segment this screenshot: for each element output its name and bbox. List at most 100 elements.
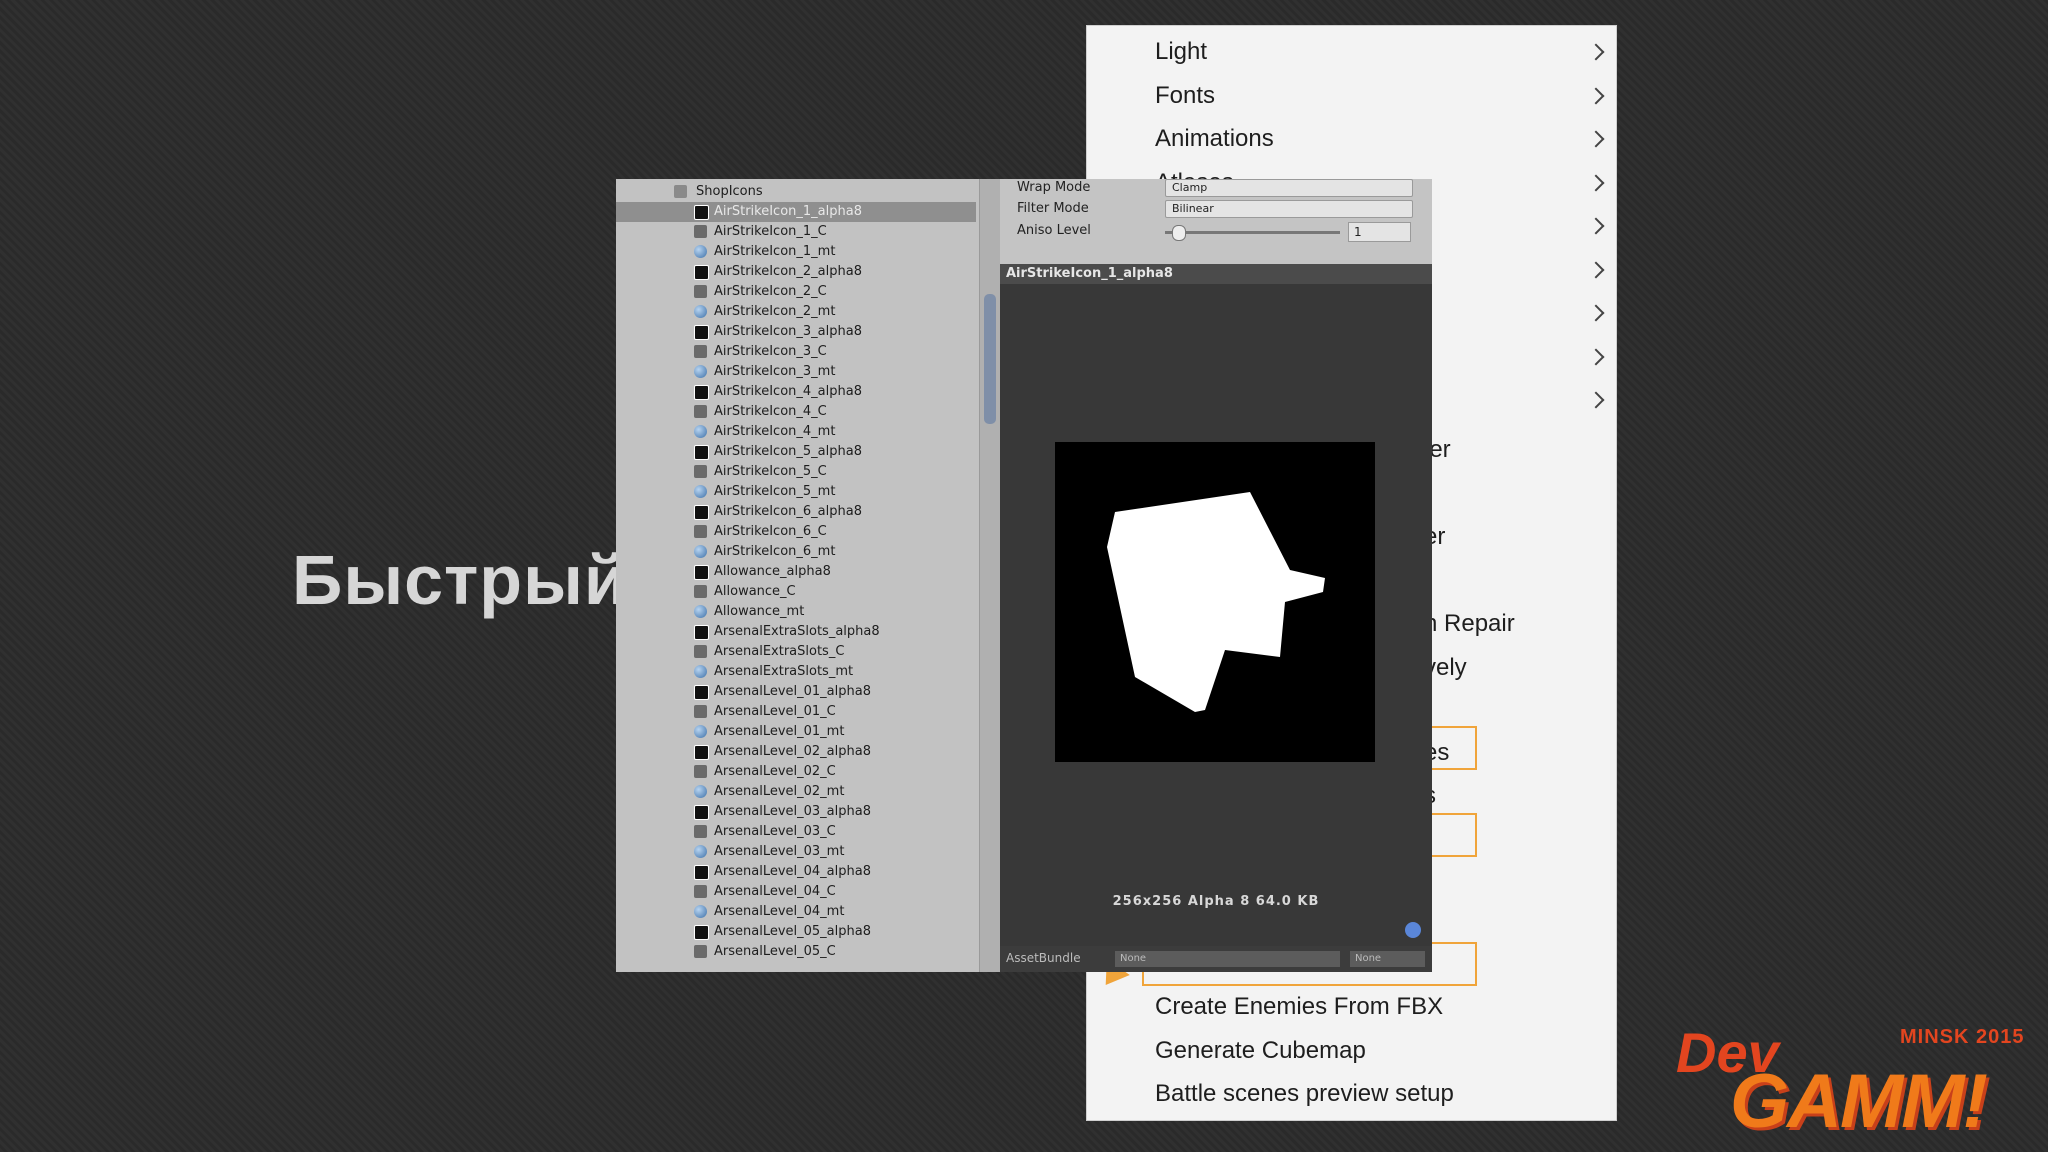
asset-row[interactable]: Allowance_C <box>616 582 976 602</box>
material-icon <box>694 605 707 618</box>
material-icon <box>694 905 707 918</box>
scrollbar-thumb[interactable] <box>984 294 996 424</box>
asset-row[interactable]: ArsenalLevel_03_alpha8 <box>616 802 976 822</box>
asset-tag-icon[interactable] <box>1405 922 1421 938</box>
asset-row[interactable]: AirStrikeIcon_3_alpha8 <box>616 322 976 342</box>
asset-row[interactable]: ArsenalLevel_04_alpha8 <box>616 862 976 882</box>
project-panel[interactable]: ShopIcons AirStrikeIcon_1_alpha8 AirStrik… <box>616 179 1000 972</box>
asset-row[interactable]: AirStrikeIcon_6_alpha8 <box>616 502 976 522</box>
asset-row[interactable]: ArsenalLevel_01_alpha8 <box>616 682 976 702</box>
asset-name: ArsenalLevel_05_alpha8 <box>714 924 871 939</box>
asset-name: AirStrikeIcon_3_C <box>714 344 827 359</box>
submenu-arrow-icon <box>1587 348 1605 365</box>
filter-mode-select[interactable]: Bilinear <box>1165 200 1413 218</box>
aniso-slider[interactable] <box>1165 231 1340 234</box>
asset-row[interactable]: AirStrikeIcon_4_C <box>616 402 976 422</box>
logo-gamm: GAMM! <box>1730 1059 1988 1144</box>
folder-row[interactable]: ShopIcons <box>616 182 976 202</box>
menu-item-2[interactable]: Animations <box>1155 125 1274 153</box>
asset-row[interactable]: AirStrikeIcon_2_alpha8 <box>616 262 976 282</box>
asset-name: ArsenalLevel_03_mt <box>714 844 845 859</box>
alpha-texture-icon <box>694 865 709 880</box>
asset-name: Allowance_C <box>714 584 796 599</box>
asset-row[interactable]: ArsenalLevel_01_mt <box>616 722 976 742</box>
asset-name: ArsenalLevel_03_alpha8 <box>714 804 871 819</box>
asset-row[interactable]: ArsenalExtraSlots_C <box>616 642 976 662</box>
asset-row[interactable]: ArsenalLevel_03_mt <box>616 842 976 862</box>
alpha-texture-icon <box>694 805 709 820</box>
asset-row[interactable]: ArsenalExtraSlots_alpha8 <box>616 622 976 642</box>
asset-row[interactable]: ArsenalLevel_03_C <box>616 822 976 842</box>
material-icon <box>694 485 707 498</box>
asset-name: AirStrikeIcon_2_alpha8 <box>714 264 862 279</box>
assetbundle-row: AssetBundle None None <box>1000 946 1432 972</box>
asset-name: ArsenalExtraSlots_mt <box>714 664 854 679</box>
asset-row[interactable]: AirStrikeIcon_4_mt <box>616 422 976 442</box>
asset-row[interactable]: AirStrikeIcon_1_C <box>616 222 976 242</box>
asset-row[interactable]: Allowance_alpha8 <box>616 562 976 582</box>
asset-row[interactable]: AirStrikeIcon_2_mt <box>616 302 976 322</box>
preview-info: 256x256 Alpha 8 64.0 KB <box>1112 894 1320 909</box>
menu-item-bottom-0[interactable]: Create Enemies From FBX <box>1155 993 1443 1021</box>
asset-row[interactable]: AirStrikeIcon_3_C <box>616 342 976 362</box>
assetbundle-select[interactable]: None <box>1115 951 1340 967</box>
wrap-mode-select[interactable]: Clamp <box>1165 179 1413 197</box>
asset-name: ArsenalLevel_02_alpha8 <box>714 744 871 759</box>
material-icon <box>694 245 707 258</box>
submenu-arrow-icon <box>1587 391 1605 409</box>
menu-item-bottom-1[interactable]: Generate Cubemap <box>1155 1037 1366 1065</box>
alpha-texture-icon <box>694 385 709 400</box>
asset-row[interactable]: AirStrikeIcon_6_mt <box>616 542 976 562</box>
asset-row[interactable]: AirStrikeIcon_6_C <box>616 522 976 542</box>
asset-row[interactable]: ArsenalLevel_02_alpha8 <box>616 742 976 762</box>
asset-row[interactable]: ArsenalLevel_02_mt <box>616 782 976 802</box>
import-settings: Wrap Mode Clamp Filter Mode Bilinear Ani… <box>1000 179 1432 264</box>
asset-name: AirStrikeIcon_4_mt <box>714 424 836 439</box>
aniso-slider-knob[interactable] <box>1172 225 1186 241</box>
asset-name: AirStrikeIcon_6_alpha8 <box>714 504 862 519</box>
texture-preview <box>1055 442 1375 762</box>
asset-row[interactable]: ArsenalExtraSlots_mt <box>616 662 976 682</box>
asset-row[interactable]: ArsenalLevel_05_alpha8 <box>616 922 976 942</box>
material-icon <box>694 545 707 558</box>
asset-row[interactable]: AirStrikeIcon_5_mt <box>616 482 976 502</box>
filter-mode-label: Filter Mode <box>1017 201 1089 216</box>
preview-header: AirStrikeIcon_1_alpha8 <box>1000 264 1432 284</box>
submenu-arrow-icon <box>1587 130 1605 148</box>
asset-row[interactable]: AirStrikeIcon_1_alpha8 <box>616 202 976 222</box>
asset-name: ArsenalLevel_02_mt <box>714 784 845 799</box>
alpha-texture-icon <box>694 325 709 340</box>
inspector-panel: Wrap Mode Clamp Filter Mode Bilinear Ani… <box>1000 179 1432 972</box>
asset-row[interactable]: ArsenalLevel_04_C <box>616 882 976 902</box>
menu-item-1[interactable]: Fonts <box>1155 82 1215 110</box>
color-texture-icon <box>694 405 707 418</box>
asset-row[interactable]: AirStrikeIcon_3_mt <box>616 362 976 382</box>
alpha-texture-icon <box>694 925 709 940</box>
alpha-texture-icon <box>694 205 709 220</box>
menu-item-bottom-2[interactable]: Battle scenes preview setup <box>1155 1080 1454 1108</box>
color-texture-icon <box>694 525 707 538</box>
asset-row[interactable]: AirStrikeIcon_1_mt <box>616 242 976 262</box>
color-texture-icon <box>694 285 707 298</box>
assetbundle-variant-select[interactable]: None <box>1350 951 1425 967</box>
asset-row[interactable]: AirStrikeIcon_2_C <box>616 282 976 302</box>
asset-row[interactable]: AirStrikeIcon_4_alpha8 <box>616 382 976 402</box>
asset-row[interactable]: ArsenalLevel_04_mt <box>616 902 976 922</box>
asset-name: Allowance_alpha8 <box>714 564 831 579</box>
asset-row[interactable]: ArsenalLevel_05_C <box>616 942 976 962</box>
alpha-texture-icon <box>694 565 709 580</box>
aniso-level-field[interactable]: 1 <box>1348 222 1411 242</box>
menu-item-partial-2[interactable]: n Repair <box>1424 610 1515 638</box>
project-scrollbar[interactable] <box>979 179 1000 972</box>
asset-row[interactable]: ArsenalLevel_02_C <box>616 762 976 782</box>
asset-row[interactable]: ArsenalLevel_01_C <box>616 702 976 722</box>
asset-name: ArsenalLevel_05_C <box>714 944 836 959</box>
menu-item-0[interactable]: Light <box>1155 38 1207 66</box>
asset-row[interactable]: AirStrikeIcon_5_C <box>616 462 976 482</box>
asset-name: ArsenalLevel_01_mt <box>714 724 845 739</box>
asset-row[interactable]: AirStrikeIcon_5_alpha8 <box>616 442 976 462</box>
asset-name: AirStrikeIcon_4_C <box>714 404 827 419</box>
asset-row[interactable]: Allowance_mt <box>616 602 976 622</box>
material-icon <box>694 725 707 738</box>
alpha-texture-icon <box>694 625 709 640</box>
